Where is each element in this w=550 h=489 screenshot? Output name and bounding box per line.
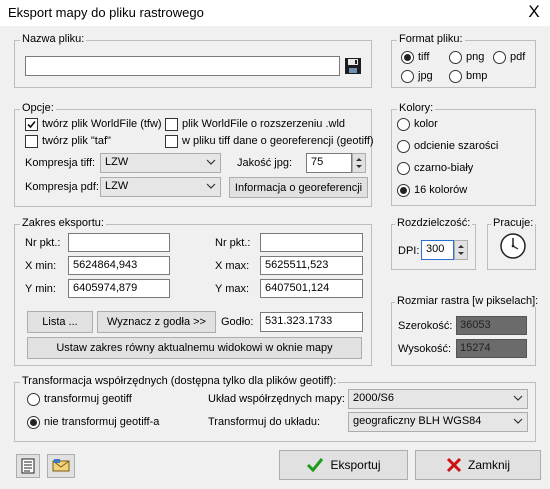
xmin-input[interactable]: 5624864,943 (68, 256, 170, 275)
pdf-compression-value: LZW (105, 180, 129, 192)
coord-system-select[interactable]: 2000/S6 (348, 389, 528, 409)
color-label-kolor: kolor (414, 118, 438, 130)
format-radio-jpg[interactable] (401, 70, 414, 83)
export-button[interactable]: Eksportuj (279, 450, 408, 480)
geotiff-label: w pliku tiff dane o georeferencji (geoti… (182, 135, 374, 147)
worldfile-label: twórz plik WorldFile (tfw) (42, 118, 162, 130)
format-legend: Format pliku: (397, 33, 465, 45)
x-icon (446, 457, 462, 473)
xmin-label: X min: (25, 260, 57, 272)
width-value: 36053 (456, 316, 527, 335)
nr-right-input[interactable] (260, 233, 363, 252)
ymin-input[interactable]: 6405974,879 (68, 279, 170, 298)
window-title: Eksport mapy do pliku rastrowego (8, 5, 204, 20)
raster-size-legend: Rozmiar rastra [w pikselach]: (395, 295, 541, 307)
format-label-jpg: jpg (418, 70, 433, 82)
height-label: Wysokość: (398, 343, 452, 355)
taf-checkbox[interactable] (25, 135, 38, 148)
xmax-label: X max: (215, 260, 250, 272)
chevron-down-icon (206, 159, 216, 165)
color-label-grayscale: odcienie szarości (414, 140, 499, 152)
ymax-label: Y max: (215, 283, 250, 295)
godlo-label: Godło: (221, 316, 254, 328)
dpi-input[interactable]: 300 (421, 240, 454, 260)
chevron-down-icon (513, 418, 523, 424)
transform-legend: Transformacja współrzędnych (dostępna ty… (20, 375, 339, 387)
transform-label-yes: transformuj geotiff (44, 393, 132, 405)
working-legend: Pracuje: (491, 217, 536, 229)
wld-label: plik WorldFile o rozszerzeniu .wld (182, 118, 346, 130)
color-radio-16[interactable] (397, 184, 410, 197)
dpi-spinner[interactable] (454, 240, 468, 260)
format-label-bmp: bmp (466, 70, 488, 82)
floppy-disk-icon[interactable] (344, 57, 362, 75)
tiff-compression-label: Kompresja tiff: (25, 157, 96, 169)
format-group (391, 40, 536, 88)
xmax-input[interactable]: 5625511,523 (260, 256, 363, 275)
format-label-pdf: pdf (510, 51, 526, 63)
ymax-input[interactable]: 6407501,124 (260, 279, 363, 298)
color-label-bw: czarno-biały (414, 162, 474, 174)
color-label-16: 16 kolorów (414, 184, 468, 196)
export-button-label: Eksportuj (330, 458, 381, 472)
tiff-compression-select[interactable]: LZW (100, 153, 221, 173)
chevron-down-icon (206, 183, 216, 189)
format-radio-png[interactable] (449, 51, 462, 64)
filename-input[interactable] (25, 56, 340, 76)
target-system-select[interactable]: geograficzny BLH WGS84 (348, 412, 528, 432)
geotiff-checkbox[interactable] (165, 135, 178, 148)
height-value: 15274 (456, 339, 527, 358)
clock-icon (499, 232, 527, 260)
format-radio-tiff[interactable] (401, 51, 414, 64)
target-system-label: Transformuj do układu: (208, 416, 321, 428)
close-button-label: Zamknij (467, 458, 510, 472)
ymin-label: Y min: (25, 283, 56, 295)
nr-right-label: Nr pkt.: (215, 237, 251, 249)
worldfile-checkbox[interactable] (25, 118, 38, 131)
coord-system-value: 2000/S6 (353, 392, 394, 404)
transform-radio-no[interactable] (27, 416, 40, 429)
jpg-quality-label: Jakość jpg: (237, 157, 293, 169)
target-system-value: geograficzny BLH WGS84 (353, 415, 482, 427)
format-label-png: png (466, 51, 485, 63)
checkmark-icon (307, 458, 324, 473)
extent-legend: Zakres eksportu: (20, 217, 106, 229)
nr-left-input[interactable] (68, 233, 170, 252)
coord-system-label: Układ współrzędnych mapy: (208, 393, 345, 405)
jpg-quality-spinner[interactable] (352, 153, 366, 173)
wld-checkbox[interactable] (165, 118, 178, 131)
pdf-compression-select[interactable]: LZW (100, 177, 221, 197)
color-radio-kolor[interactable] (397, 118, 410, 131)
dpi-label: DPI: (398, 245, 420, 257)
chevron-down-icon (513, 395, 523, 401)
nr-left-label: Nr pkt.: (25, 237, 61, 249)
tiff-compression-value: LZW (105, 156, 129, 168)
document-button[interactable] (16, 454, 40, 478)
pdf-compression-label: Kompresja pdf: (25, 181, 99, 193)
close-window-button[interactable]: X (524, 2, 544, 22)
godlo-button[interactable]: Wyznacz z godła >> (97, 311, 216, 333)
godlo-input[interactable]: 531.323.1733 (260, 312, 363, 332)
set-view-extent-button[interactable]: Ustaw zakres równy aktualnemu widokowi w… (27, 337, 362, 359)
format-radio-pdf[interactable] (493, 51, 506, 64)
color-radio-bw[interactable] (397, 162, 410, 175)
filename-legend: Nazwa pliku: (20, 33, 87, 45)
format-label-tiff: tiff (418, 51, 430, 63)
georeference-info-button[interactable]: Informacja o georeferencji (229, 177, 368, 198)
jpg-quality-input[interactable]: 75 (306, 153, 352, 173)
resolution-legend: Rozdzielczość: (395, 217, 473, 229)
transform-label-no: nie transformuj geotiff-a (44, 416, 160, 428)
taf-label: twórz plik "taf" (42, 135, 111, 147)
document-icon (21, 458, 35, 474)
format-radio-bmp[interactable] (449, 70, 462, 83)
list-button[interactable]: Lista ... (27, 311, 93, 333)
color-radio-grayscale[interactable] (397, 140, 410, 153)
width-label: Szerokość: (398, 320, 453, 332)
colors-legend: Kolory: (397, 102, 436, 114)
close-button[interactable]: Zamknij (415, 450, 541, 480)
options-legend: Opcje: (20, 102, 56, 114)
transform-radio-yes[interactable] (27, 393, 40, 406)
mail-button[interactable] (47, 454, 75, 478)
envelope-icon (52, 459, 70, 472)
